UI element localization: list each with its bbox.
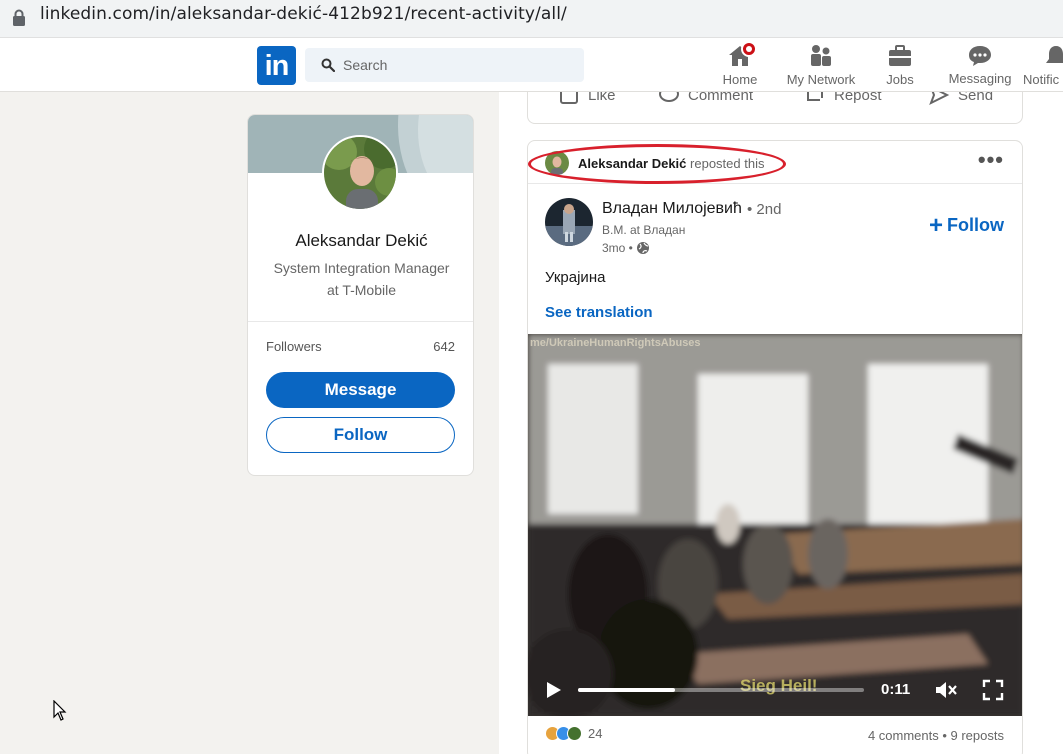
support-reaction-icon	[567, 726, 582, 741]
repost-header: Aleksandar Dekić reposted this •••	[528, 141, 1022, 184]
post-text: Украјина	[545, 269, 606, 286]
mouse-cursor-icon	[53, 700, 67, 721]
follow-button[interactable]: + Follow	[928, 211, 1004, 239]
video-progress-bar[interactable]	[578, 688, 864, 692]
linkedin-logo[interactable]: in	[257, 46, 296, 85]
lock-icon	[13, 9, 25, 26]
followers-count: 642	[433, 339, 455, 354]
send-icon	[929, 92, 950, 106]
repost-card: Aleksandar Dekić reposted this ••• Влада…	[527, 140, 1023, 754]
profile-headline: System Integration Manager at T-Mobile	[273, 260, 450, 298]
comment-icon	[659, 92, 679, 102]
nav-notifications-label: Notific	[1023, 72, 1060, 87]
messaging-icon	[969, 46, 991, 66]
author-name[interactable]: Владан Милојевић	[602, 200, 742, 218]
send-button[interactable]: Send	[928, 92, 993, 106]
bell-icon	[1046, 46, 1063, 63]
video-caption: Sieg Heil!	[740, 676, 818, 695]
mute-icon[interactable]	[934, 679, 958, 701]
message-button[interactable]: Message	[266, 372, 455, 408]
followers-label: Followers	[266, 339, 322, 354]
comments-reposts-count[interactable]: 4 comments • 9 reposts	[868, 728, 1004, 743]
profile-name[interactable]: Aleksandar Dekić	[248, 231, 473, 251]
nav-home[interactable]: Home	[715, 38, 765, 92]
globe-icon	[636, 242, 649, 254]
nav-home-label: Home	[722, 72, 758, 87]
reactions-summary[interactable]: 24	[545, 726, 602, 741]
nav-jobs[interactable]: Jobs	[875, 38, 925, 92]
nav-messaging-label: Messaging	[948, 71, 1012, 86]
nav-my-network-label: My Network	[786, 72, 856, 87]
author-description: B.M. at Владан	[602, 223, 686, 237]
play-icon[interactable]	[546, 681, 562, 699]
briefcase-icon	[889, 45, 911, 66]
profile-card: Aleksandar Dekić System Integration Mana…	[247, 114, 474, 476]
video-watermark: me/UkraineHumanRightsAbuses	[530, 337, 701, 349]
notification-badge	[741, 41, 757, 57]
search-input[interactable]	[343, 48, 573, 82]
nav-jobs-label: Jobs	[886, 72, 914, 87]
profile-avatar[interactable]	[322, 135, 398, 211]
more-options-icon[interactable]: •••	[978, 149, 1004, 171]
browser-address-bar[interactable]: linkedin.com/in/aleksandar-dekić-412b921…	[0, 0, 1063, 38]
highlight-annotation	[528, 144, 786, 184]
nav-my-network[interactable]: My Network	[780, 38, 862, 92]
nav-notifications[interactable]: Notific	[1020, 38, 1063, 92]
video-player[interactable]: me/UkraineHumanRightsAbuses Sieg Heil! 0…	[528, 334, 1022, 716]
profile-follow-button[interactable]: Follow	[266, 417, 455, 453]
search-icon	[321, 58, 335, 72]
top-navbar: in Home My Network Jobs	[0, 38, 1063, 92]
repost-button[interactable]: Repost	[804, 92, 882, 106]
see-translation-link[interactable]: See translation	[545, 304, 653, 321]
fullscreen-icon[interactable]	[982, 679, 1004, 701]
video-time: 0:11	[881, 681, 911, 698]
post-time: 3mo •	[602, 241, 650, 255]
divider	[248, 321, 473, 322]
author-avatar[interactable]	[545, 198, 593, 246]
video-progress-fill	[578, 688, 676, 692]
repost-icon	[807, 92, 823, 101]
comment-button[interactable]: Comment	[658, 92, 753, 106]
like-button[interactable]: Like	[558, 92, 616, 106]
search-box[interactable]	[305, 48, 584, 82]
previous-post-action-bar: Like Comment Repost Send	[527, 92, 1023, 124]
like-icon	[560, 92, 578, 104]
plus-icon: +	[928, 211, 943, 239]
video-frame	[528, 334, 1022, 716]
connection-degree: • 2nd	[747, 201, 782, 218]
reaction-count: 24	[588, 726, 603, 741]
url-text[interactable]: linkedin.com/in/aleksandar-dekić-412b921…	[40, 4, 567, 24]
people-icon	[811, 45, 831, 66]
nav-messaging[interactable]: Messaging	[945, 38, 1015, 92]
